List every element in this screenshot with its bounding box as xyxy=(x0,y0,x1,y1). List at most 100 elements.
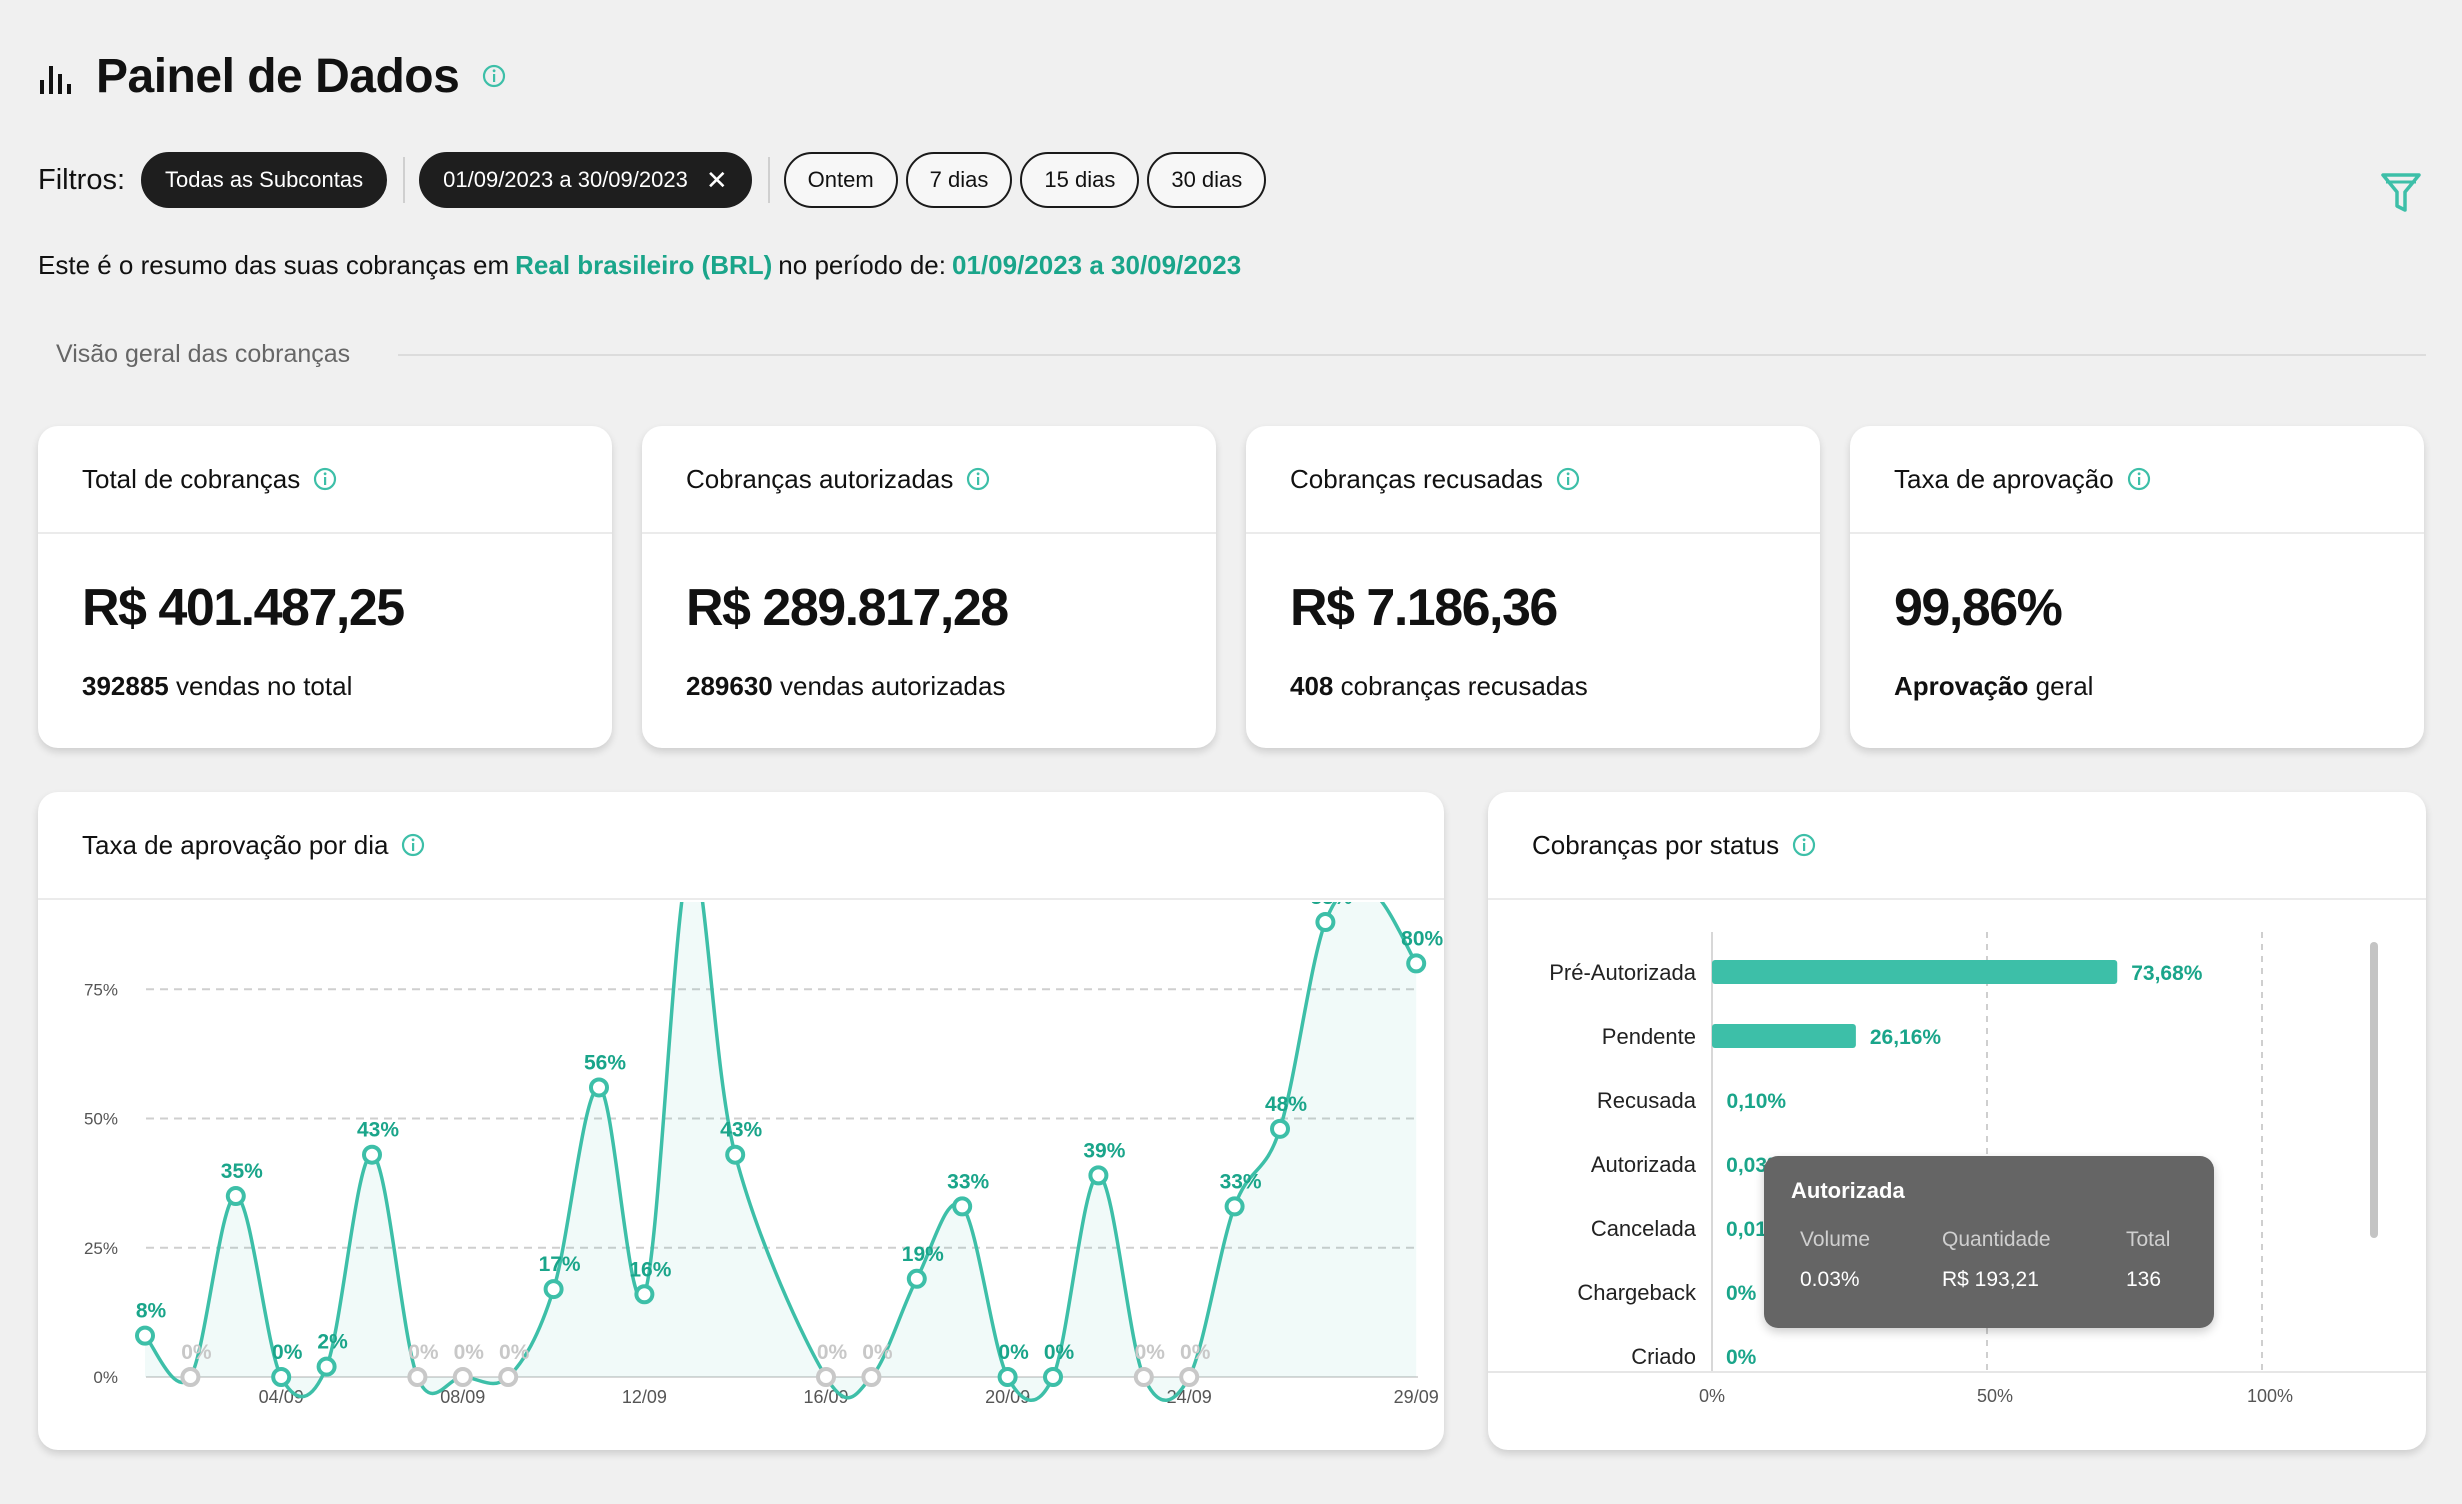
data-point xyxy=(180,1367,201,1387)
chart-tooltip: Autorizada Volume 0.03% Quantidade R$ 19… xyxy=(1764,1156,2214,1328)
tooltip-header: Quantidade xyxy=(1942,1228,2051,1251)
data-point xyxy=(543,1279,564,1300)
data-point xyxy=(452,1367,473,1387)
data-label: 39% xyxy=(1083,1139,1125,1162)
tooltip-column: Volume 0.03% xyxy=(1800,1228,1870,1292)
data-label: 43% xyxy=(720,1119,762,1142)
info-icon[interactable] xyxy=(481,63,507,89)
kpi-sub-text: vendas autorizadas xyxy=(772,671,1006,701)
data-label: 0% xyxy=(1135,1341,1166,1364)
kpi-title: Cobranças recusadas xyxy=(1290,463,1543,494)
data-point xyxy=(135,1325,155,1346)
data-point xyxy=(634,1284,655,1305)
x-tick-label: 50% xyxy=(1977,1386,2013,1406)
category-label: Recusada xyxy=(1597,1088,1697,1113)
info-icon[interactable] xyxy=(312,466,338,492)
data-point xyxy=(225,1186,246,1207)
kpi-card-header: Taxa de aprovação xyxy=(1850,426,2424,534)
chart-card-header: Taxa de aprovação por dia xyxy=(38,792,1444,900)
kpi-card-header: Cobranças autorizadas xyxy=(642,426,1216,534)
data-point xyxy=(906,1268,927,1289)
data-point xyxy=(1315,912,1336,933)
y-tick-label: 25% xyxy=(84,1239,118,1258)
kpi-subtext: Aprovação geral xyxy=(1894,671,2093,702)
summary-currency: Real brasileiro (BRL) xyxy=(515,250,773,280)
kpi-value: R$ 401.487,25 xyxy=(82,579,405,637)
date-range-chip[interactable]: 01/09/2023 a 30/09/2023 ✕ xyxy=(419,152,752,208)
bar-value-label: 0,10% xyxy=(1727,1090,1787,1113)
subaccount-filter-chip[interactable]: Todas as Subcontas xyxy=(141,152,388,208)
info-icon[interactable] xyxy=(1791,832,1817,858)
bar xyxy=(1712,1024,1856,1048)
data-point xyxy=(1406,953,1427,974)
kpi-value: R$ 7.186,36 xyxy=(1290,579,1558,637)
category-label: Cancelada xyxy=(1591,1216,1697,1241)
data-label: 0% xyxy=(272,1341,303,1364)
chart-title: Taxa de aprovação por dia xyxy=(82,829,389,860)
data-label: 8% xyxy=(136,1300,167,1323)
data-point xyxy=(816,1367,836,1387)
kpi-sub-bold: 408 xyxy=(1290,671,1334,701)
info-icon[interactable] xyxy=(400,832,426,858)
data-point xyxy=(725,1144,746,1165)
kpi-card-taxa: Taxa de aprovação 99,86% Aprovação geral xyxy=(1850,426,2424,748)
data-label: 0% xyxy=(862,1341,893,1364)
summary-middle: no período de: xyxy=(778,250,946,280)
approval-rate-line-chart: 0%25%50%75%100%04/0908/0912/0916/0920/09… xyxy=(84,902,1444,1407)
kpi-value: 99,86% xyxy=(1894,579,2063,637)
data-label: 0% xyxy=(1044,1341,1075,1364)
x-tick-label: 29/09 xyxy=(1394,1387,1439,1407)
filters-label: Filtros: xyxy=(38,163,125,196)
info-icon[interactable] xyxy=(1555,466,1581,492)
close-icon[interactable]: ✕ xyxy=(706,165,728,196)
filters-bar: Filtros: Todas as Subcontas 01/09/2023 a… xyxy=(38,152,1274,208)
bar-value-label: 26,16% xyxy=(1870,1026,1942,1049)
tooltip-header: Total xyxy=(2126,1228,2171,1251)
quick-range-30-dias-button[interactable]: 30 dias xyxy=(1147,152,1267,208)
info-icon[interactable] xyxy=(965,466,991,492)
data-label: 33% xyxy=(1220,1170,1262,1193)
quick-range-label: 7 dias xyxy=(929,167,989,192)
category-label: Chargeback xyxy=(1577,1280,1697,1305)
data-label: 80% xyxy=(1401,927,1443,950)
data-label: 0% xyxy=(998,1341,1029,1364)
y-tick-label: 75% xyxy=(84,980,118,999)
quick-range-15-dias-button[interactable]: 15 dias xyxy=(1020,152,1140,208)
data-label: 43% xyxy=(357,1119,399,1142)
chart-card-header: Cobranças por status xyxy=(1488,792,2426,900)
data-label: 0% xyxy=(181,1341,212,1364)
kpi-subtext: 289630 vendas autorizadas xyxy=(686,671,1005,702)
summary-text: Este é o resumo das suas cobranças em Re… xyxy=(38,250,1241,281)
data-label: 0% xyxy=(1180,1341,1211,1364)
x-tick-label: 12/09 xyxy=(622,1387,667,1407)
subaccount-filter-label: Todas as Subcontas xyxy=(165,167,364,192)
data-point xyxy=(271,1367,292,1387)
tooltip-column: Quantidade R$ 193,21 xyxy=(1942,1228,2051,1292)
quick-range-label: 30 dias xyxy=(1171,167,1243,192)
kpi-subtext: 408 cobranças recusadas xyxy=(1290,671,1588,702)
kpi-title: Taxa de aprovação xyxy=(1894,463,2114,494)
bar-value-label: 0% xyxy=(1726,1346,1757,1369)
data-label: 88% xyxy=(1310,902,1352,909)
data-label: 0% xyxy=(408,1341,439,1364)
quick-range-7-dias-button[interactable]: 7 dias xyxy=(905,152,1013,208)
funnel-icon[interactable] xyxy=(2380,170,2422,216)
data-label: 0% xyxy=(817,1341,848,1364)
data-point xyxy=(1088,1165,1109,1186)
quick-range-ontem-button[interactable]: Ontem xyxy=(783,152,898,208)
data-point xyxy=(498,1367,519,1387)
data-point xyxy=(407,1367,428,1387)
tooltip-title: Autorizada xyxy=(1791,1178,1905,1203)
kpi-title: Total de cobranças xyxy=(82,463,301,494)
data-label: 48% xyxy=(1265,1093,1307,1116)
tooltip-value: 0.03% xyxy=(1800,1268,1860,1291)
page-header: Painel de Dados xyxy=(38,48,507,104)
y-tick-label: 50% xyxy=(84,1110,118,1129)
kpi-card-header: Cobranças recusadas xyxy=(1246,426,1820,534)
info-icon[interactable] xyxy=(2126,466,2152,492)
summary-prefix: Este é o resumo das suas cobranças em xyxy=(38,250,510,280)
y-tick-label: 0% xyxy=(93,1368,118,1387)
summary-period: 01/09/2023 a 30/09/2023 xyxy=(952,250,1242,280)
category-label: Pré-Autorizada xyxy=(1549,960,1697,985)
data-point xyxy=(1133,1367,1154,1387)
